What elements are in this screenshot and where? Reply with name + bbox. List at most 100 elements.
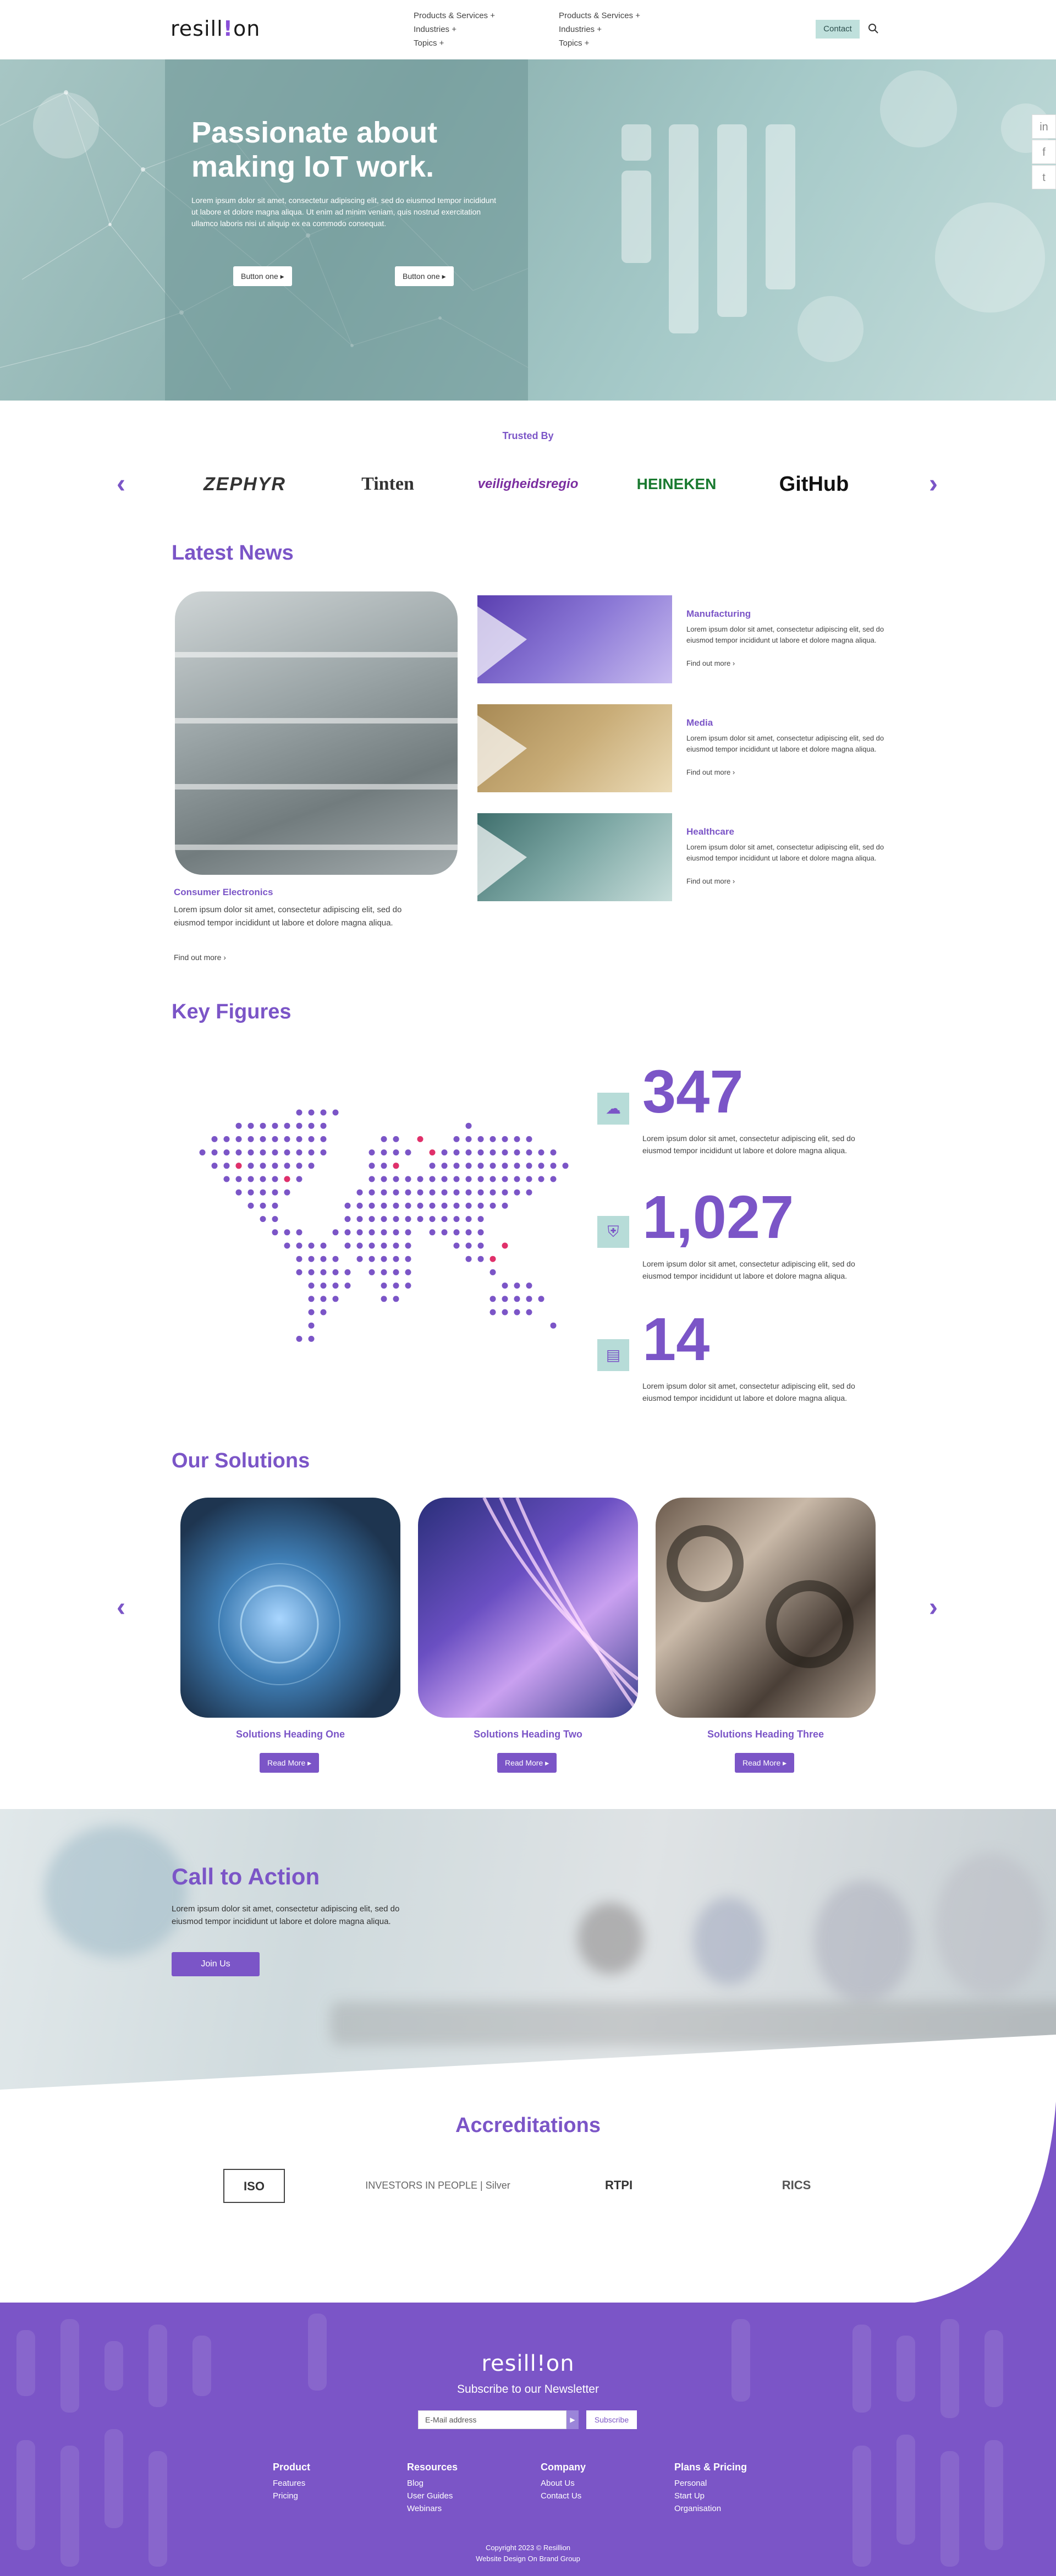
- map-dot: [308, 1322, 315, 1329]
- subscribe-button[interactable]: Subscribe: [586, 2410, 637, 2429]
- carousel-next-arrow[interactable]: ›: [925, 471, 942, 497]
- nav-item-products[interactable]: Products & Services +: [559, 9, 640, 23]
- news-item-category[interactable]: Manufacturing: [686, 609, 751, 620]
- carousel-prev-arrow[interactable]: ‹: [113, 1594, 129, 1621]
- map-dot: [320, 1109, 327, 1116]
- twitter-icon[interactable]: t: [1032, 165, 1056, 189]
- join-us-button[interactable]: Join Us: [172, 1952, 260, 1976]
- carousel-next-arrow[interactable]: ›: [925, 1594, 942, 1621]
- map-dot: [465, 1202, 472, 1209]
- footer-link[interactable]: Features: [273, 2477, 310, 2490]
- map-dot: [369, 1229, 375, 1236]
- map-dot: [356, 1229, 363, 1236]
- nav-item-topics[interactable]: Topics +: [559, 36, 640, 50]
- linkedin-icon[interactable]: in: [1032, 114, 1056, 139]
- solution-heading[interactable]: Solutions Heading Three: [656, 1729, 876, 1740]
- map-dot: [248, 1149, 254, 1156]
- map-dot: [344, 1282, 351, 1289]
- footer-link[interactable]: Blog: [407, 2477, 458, 2490]
- nav-item-industries[interactable]: Industries +: [414, 23, 495, 36]
- design-credit[interactable]: Website Design On Brand Group: [0, 2553, 1056, 2564]
- map-dot: [502, 1136, 508, 1142]
- contact-button[interactable]: Contact: [816, 20, 860, 39]
- map-dot: [441, 1202, 448, 1209]
- map-dot: [417, 1189, 424, 1196]
- solution-image[interactable]: [656, 1498, 876, 1718]
- brand-logo-github: GitHub: [779, 473, 849, 496]
- brand-logo-veiligheidsregio: veiligheidsregio: [477, 476, 579, 491]
- map-dot: [477, 1202, 484, 1209]
- figure-text: Lorem ipsum dolor sit amet, consectetur …: [642, 1259, 855, 1280]
- footer-link[interactable]: Contact Us: [541, 2490, 586, 2502]
- map-dot: [381, 1136, 387, 1142]
- map-dot: [477, 1216, 484, 1223]
- map-dot: [453, 1202, 460, 1209]
- map-dot: [284, 1163, 290, 1169]
- hero-button-one[interactable]: Button one ▸: [233, 266, 292, 286]
- news-featured-link[interactable]: Find out more ›: [174, 953, 226, 962]
- map-highlight-dot: [502, 1242, 508, 1249]
- solution-heading[interactable]: Solutions Heading One: [180, 1729, 400, 1740]
- news-item-link[interactable]: Find out more ›: [686, 877, 735, 885]
- map-dot: [514, 1163, 520, 1169]
- footer-link[interactable]: Personal: [674, 2477, 747, 2490]
- map-dot: [296, 1229, 302, 1236]
- site-logo[interactable]: resill!on: [170, 17, 260, 41]
- solution-image[interactable]: [418, 1498, 638, 1718]
- news-item-image[interactable]: [477, 595, 672, 683]
- map-dot: [272, 1189, 278, 1196]
- footer-link[interactable]: Pricing: [273, 2490, 310, 2502]
- map-dot: [490, 1189, 496, 1196]
- nav-item-industries[interactable]: Industries +: [559, 23, 640, 36]
- footer-link[interactable]: About Us: [541, 2477, 586, 2490]
- footer-link[interactable]: Organisation: [674, 2502, 747, 2515]
- submit-arrow-icon[interactable]: ▶: [566, 2410, 579, 2429]
- call-to-action-section: Call to Action Lorem ipsum dolor sit ame…: [0, 1809, 1056, 2090]
- map-dot: [453, 1216, 460, 1223]
- map-dot: [284, 1149, 290, 1156]
- news-item-image[interactable]: [477, 704, 672, 792]
- search-icon[interactable]: [868, 23, 879, 34]
- footer-link[interactable]: Start Up: [674, 2490, 747, 2502]
- news-featured-category[interactable]: Consumer Electronics: [174, 887, 273, 898]
- map-dot: [344, 1269, 351, 1275]
- news-item-link[interactable]: Find out more ›: [686, 659, 735, 667]
- map-dot: [453, 1136, 460, 1142]
- bokeh-light: [880, 70, 957, 147]
- news-featured-image[interactable]: [175, 591, 458, 875]
- map-dot: [260, 1149, 266, 1156]
- map-dot: [502, 1163, 508, 1169]
- map-dot: [296, 1149, 302, 1156]
- map-dot: [235, 1136, 242, 1142]
- footer-link[interactable]: User Guides: [407, 2490, 458, 2502]
- map-dot: [441, 1189, 448, 1196]
- news-item-category[interactable]: Healthcare: [686, 826, 734, 837]
- footer-link[interactable]: Webinars: [407, 2502, 458, 2515]
- map-dot: [405, 1149, 411, 1156]
- email-field[interactable]: E-Mail address: [418, 2410, 566, 2429]
- carousel-prev-arrow[interactable]: ‹: [113, 471, 129, 497]
- map-dot: [477, 1176, 484, 1182]
- map-dot: [405, 1216, 411, 1223]
- footer-logo[interactable]: resill!on: [0, 2351, 1056, 2376]
- map-dot: [344, 1229, 351, 1236]
- cta-text: Lorem ipsum dolor sit amet, consectetur …: [172, 1904, 400, 1926]
- read-more-button[interactable]: Read More ▸: [735, 1753, 795, 1773]
- nav-item-products[interactable]: Products & Services +: [414, 9, 495, 23]
- read-more-button[interactable]: Read More ▸: [260, 1753, 320, 1773]
- news-item-category[interactable]: Media: [686, 717, 713, 728]
- map-dot: [381, 1229, 387, 1236]
- facebook-icon[interactable]: f: [1032, 140, 1056, 164]
- news-item-link[interactable]: Find out more ›: [686, 768, 735, 776]
- map-dot: [272, 1122, 278, 1129]
- nav-item-topics[interactable]: Topics +: [414, 36, 495, 50]
- map-dot: [441, 1229, 448, 1236]
- read-more-button[interactable]: Read More ▸: [497, 1753, 557, 1773]
- solution-heading[interactable]: Solutions Heading Two: [418, 1729, 638, 1740]
- hero-button-two[interactable]: Button one ▸: [395, 266, 454, 286]
- map-dot: [405, 1256, 411, 1262]
- news-item-image[interactable]: [477, 813, 672, 901]
- map-dot: [502, 1149, 508, 1156]
- map-dot: [308, 1269, 315, 1275]
- solution-image[interactable]: [180, 1498, 400, 1718]
